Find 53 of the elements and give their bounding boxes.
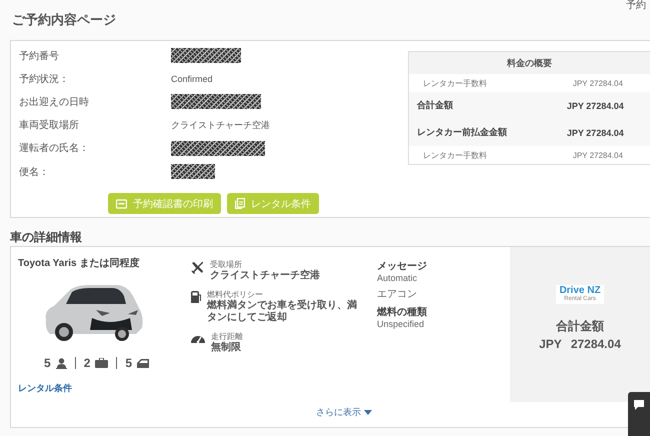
field-label: お出迎えの日時 (19, 96, 90, 109)
redacted-block (171, 48, 241, 64)
show-more-link[interactable]: さらに表示 (316, 406, 372, 419)
price-label: レンタカー前払金金額 (416, 126, 508, 139)
field-label: 車両受取場所 (19, 118, 80, 132)
field-label: 運転者の氏名： (19, 142, 90, 156)
price-amount: JPY 27284.04 (566, 128, 624, 138)
feature-value: 無制限 (211, 342, 242, 354)
price-label: レンタカー手数料 (422, 78, 488, 88)
rental-terms-link[interactable]: レンタル条件 (18, 382, 183, 395)
redacted-block (171, 164, 215, 180)
price-amount: JPY 27284.04 (572, 78, 623, 88)
car-door-icon (137, 358, 150, 368)
capacity-count: 2 (84, 356, 90, 370)
detail-value: Unspecified (377, 319, 426, 329)
printer-icon (116, 198, 127, 209)
feature-label: 受取場所 (210, 259, 243, 270)
logo-text: Drive NZ (559, 286, 601, 296)
page-title: ご予約内容ページ (12, 12, 117, 28)
feature-label: 走行距離 (211, 331, 244, 342)
price-label: 合計金額 (416, 99, 454, 112)
field-value: Confirmed (171, 74, 213, 84)
briefcase-icon (95, 358, 108, 368)
detail-value: Automatic (377, 273, 418, 283)
field-label: 予約番号 (19, 50, 60, 63)
total-amount: 27284.04 (570, 337, 621, 351)
capacity-count: 5 (125, 356, 132, 370)
price-amount: JPY 27284.04 (566, 100, 624, 110)
section-title: 車の詳細情報 (10, 230, 83, 244)
detail-label: エアコン (377, 288, 418, 301)
detail-label: メッセージ (377, 260, 428, 273)
feature-value: 燃料満タンでお車を受け取り、満タンにしてご返却 (207, 300, 358, 324)
feature-label: 燃料代ポリシー (207, 289, 264, 300)
field-value: クライストチャーチ空港 (171, 118, 270, 132)
airplane-icon (191, 261, 204, 274)
page-link-text: 予約 (626, 0, 646, 11)
person-icon (56, 358, 67, 368)
capacity-count: 5 (44, 356, 51, 370)
fuel-pump-icon (191, 291, 201, 303)
total-currency: JPY (539, 337, 562, 351)
total-label: 合計金額 (556, 318, 604, 335)
detail-label: 燃料の種類 (377, 306, 428, 319)
price-label: レンタカー手数料 (422, 150, 488, 160)
field-label: 予約状況： (19, 72, 70, 86)
documents-icon (235, 198, 245, 210)
car-name: Toyota Yaris または同程度 (18, 256, 140, 270)
caret-down-icon (364, 410, 372, 415)
feature-value: クライストチャーチ空港 (210, 270, 321, 282)
price-amount: JPY 27284.04 (572, 150, 623, 160)
speech-bubble-icon (634, 400, 644, 410)
speedometer-icon (191, 333, 205, 343)
price-summary-title: 料金の概要 (408, 52, 650, 74)
field-label: 便名： (19, 166, 50, 179)
